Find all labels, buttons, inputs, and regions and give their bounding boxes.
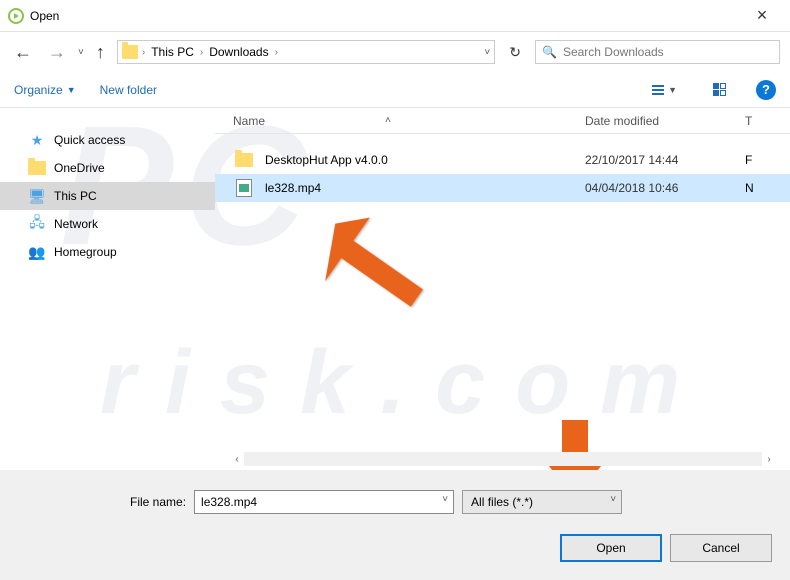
pc-icon: 🖥 xyxy=(28,188,46,204)
play-icon xyxy=(8,8,24,24)
sidebar: ★ Quick access OneDrive 🖥 This PC 🖧 Netw… xyxy=(0,108,215,448)
folder-icon xyxy=(122,45,138,59)
video-icon xyxy=(233,179,255,197)
file-date: 04/04/2018 10:46 xyxy=(585,181,745,195)
file-area: Name ˄ Date modified T DesktopHut App v4… xyxy=(215,108,790,448)
file-type: F xyxy=(745,153,752,167)
search-input[interactable]: 🔍 Search Downloads xyxy=(535,40,780,64)
address-bar[interactable]: › This PC › Downloads › ˅ xyxy=(117,40,495,64)
nav-row: ← → ˅ ↑ › This PC › Downloads › ˅ ↻ 🔍 Se… xyxy=(0,32,790,72)
view-preview-button[interactable] xyxy=(707,83,732,96)
help-button[interactable]: ? xyxy=(756,80,776,100)
cancel-button[interactable]: Cancel xyxy=(670,534,772,562)
sidebar-item-label: Network xyxy=(54,217,98,231)
chevron-right-icon: › xyxy=(142,47,145,58)
sort-indicator-icon: ˄ xyxy=(385,115,391,126)
back-button[interactable]: ← xyxy=(10,42,36,63)
file-name: DesktopHut App v4.0.0 xyxy=(265,153,585,167)
file-date: 22/10/2017 14:44 xyxy=(585,153,745,167)
sidebar-item-quick-access[interactable]: ★ Quick access xyxy=(0,126,215,154)
folder-icon xyxy=(28,160,46,176)
sidebar-item-label: This PC xyxy=(54,189,97,203)
window-title: Open xyxy=(30,9,742,23)
scroll-left-icon[interactable]: ‹ xyxy=(230,452,244,466)
chevron-right-icon: › xyxy=(200,47,203,58)
address-dropdown[interactable]: ˅ xyxy=(484,47,490,58)
history-dropdown[interactable]: ˅ xyxy=(78,47,84,58)
column-type[interactable]: T xyxy=(745,114,752,128)
file-type: N xyxy=(745,181,754,195)
folder-icon xyxy=(233,153,255,167)
open-button[interactable]: Open xyxy=(560,534,662,562)
breadcrumb-item[interactable]: Downloads xyxy=(207,45,270,59)
titlebar: Open × xyxy=(0,0,790,32)
column-header: Name ˄ Date modified T xyxy=(215,108,790,134)
breadcrumb-item[interactable]: This PC xyxy=(149,45,196,59)
column-name[interactable]: Name ˄ xyxy=(215,114,585,128)
sidebar-item-label: OneDrive xyxy=(54,161,105,175)
sidebar-item-network[interactable]: 🖧 Network xyxy=(0,210,215,238)
sidebar-item-label: Homegroup xyxy=(54,245,117,259)
new-folder-button[interactable]: New folder xyxy=(100,83,157,97)
search-placeholder: Search Downloads xyxy=(563,45,664,59)
scroll-right-icon[interactable]: › xyxy=(762,452,776,466)
column-date[interactable]: Date modified xyxy=(585,114,745,128)
scroll-track[interactable] xyxy=(244,452,762,466)
file-type-filter[interactable]: All files (*.*) ˅ xyxy=(462,490,622,514)
bottom-panel: File name: ˅ All files (*.*) ˅ Open Canc… xyxy=(0,470,790,580)
file-row[interactable]: DesktopHut App v4.0.0 22/10/2017 14:44 F xyxy=(215,146,790,174)
file-row[interactable]: le328.mp4 04/04/2018 10:46 N xyxy=(215,174,790,202)
sidebar-item-homegroup[interactable]: 👥 Homegroup xyxy=(0,238,215,266)
organize-button[interactable]: Organize▼ xyxy=(14,83,76,97)
file-name: le328.mp4 xyxy=(265,181,585,195)
up-button[interactable]: ↑ xyxy=(92,42,109,63)
forward-button: → xyxy=(44,42,70,63)
chevron-right-icon: › xyxy=(275,47,278,58)
view-list-button[interactable]: ▼ xyxy=(646,85,683,95)
star-icon: ★ xyxy=(28,132,46,148)
homegroup-icon: 👥 xyxy=(28,244,46,260)
close-button[interactable]: × xyxy=(742,5,782,26)
sidebar-item-label: Quick access xyxy=(54,133,125,147)
sidebar-item-this-pc[interactable]: 🖥 This PC xyxy=(0,182,215,210)
toolbar: Organize▼ New folder ▼ ? xyxy=(0,72,790,108)
filename-input[interactable] xyxy=(194,490,454,514)
filename-label: File name: xyxy=(130,495,186,509)
sidebar-item-onedrive[interactable]: OneDrive xyxy=(0,154,215,182)
search-icon: 🔍 xyxy=(542,45,557,59)
file-list: DesktopHut App v4.0.0 22/10/2017 14:44 F… xyxy=(215,134,790,448)
network-icon: 🖧 xyxy=(28,216,46,232)
horizontal-scrollbar[interactable]: ‹ › xyxy=(0,448,790,470)
refresh-button[interactable]: ↻ xyxy=(503,44,527,61)
